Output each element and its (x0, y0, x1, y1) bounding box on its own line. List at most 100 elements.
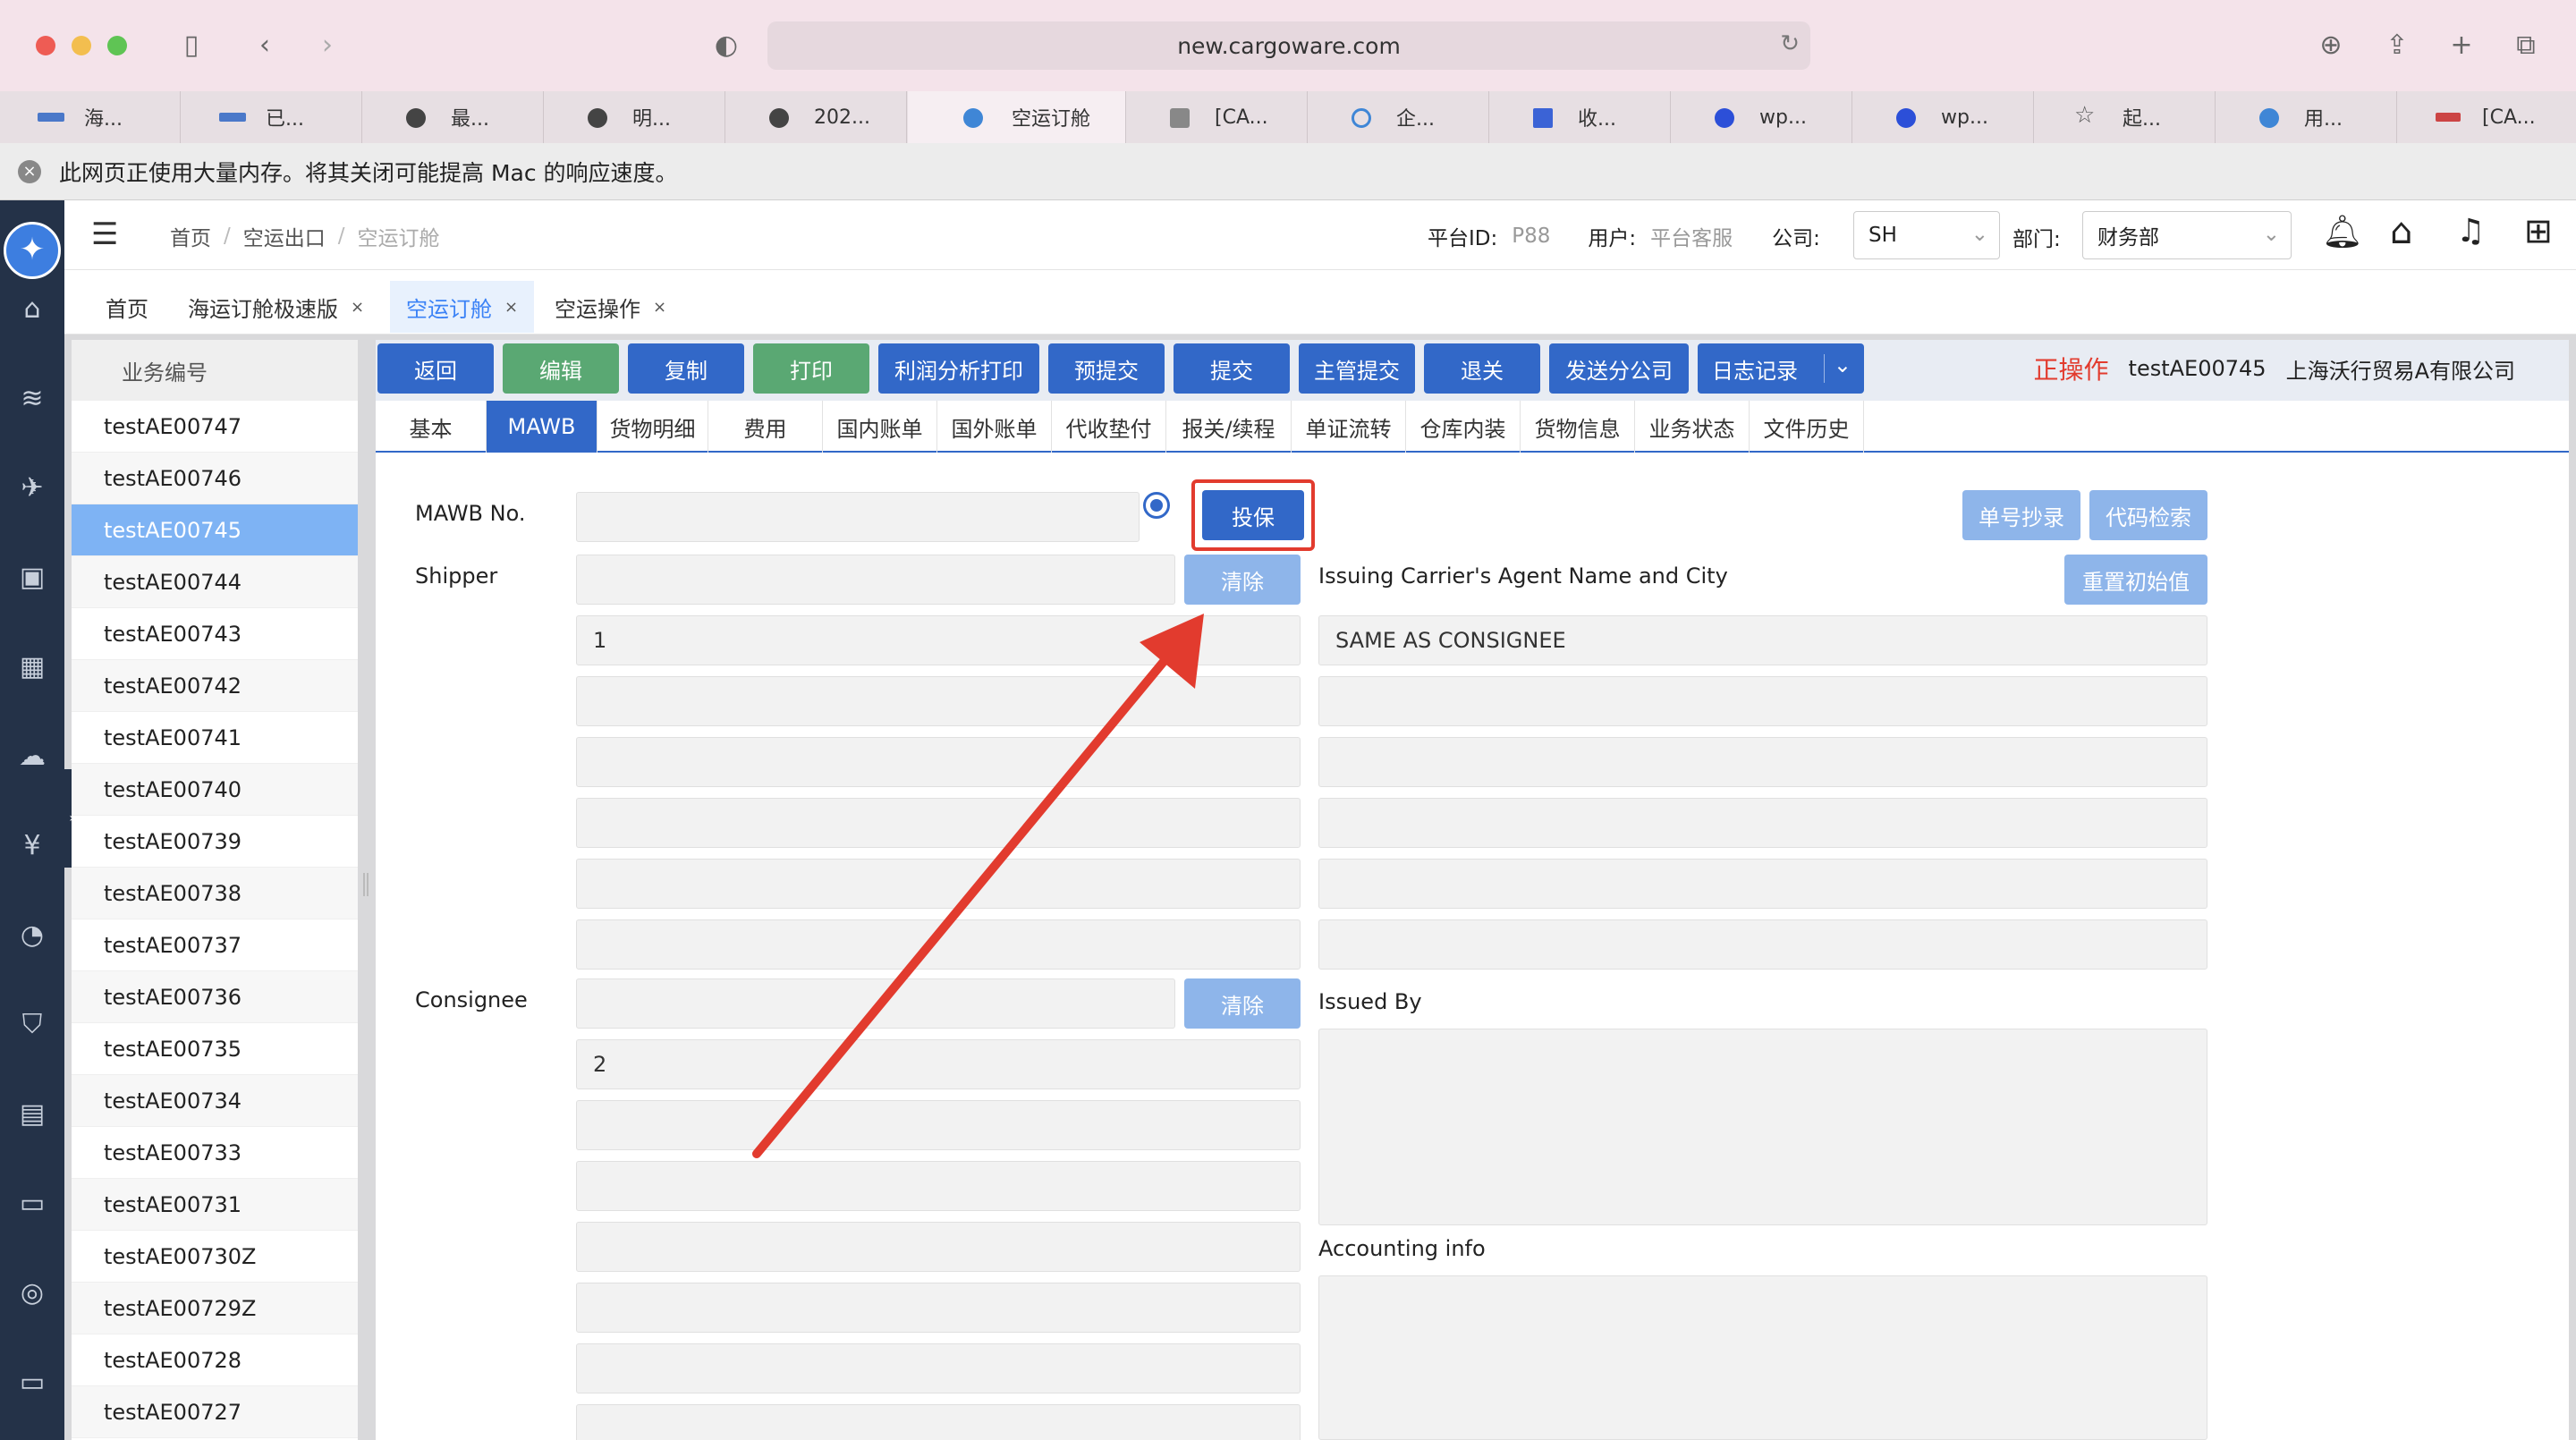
job-list-row[interactable]: testAE00727 (72, 1386, 358, 1438)
tab-cargo-info[interactable]: 货物信息 (1521, 401, 1635, 453)
browser-tab[interactable]: [CA... (2398, 91, 2576, 143)
headset-icon[interactable]: ♫ (2456, 213, 2485, 250)
tab-file-history[interactable]: 文件历史 (1750, 401, 1864, 453)
archive-icon[interactable]: ▭ (0, 1363, 64, 1402)
insure-button[interactable]: 投保 (1202, 490, 1304, 540)
job-list-row[interactable]: testAE00733 (72, 1127, 358, 1179)
breadcrumb-home[interactable]: 首页 (170, 221, 211, 251)
browser-tab[interactable]: wp... (1672, 91, 1852, 143)
grid-icon[interactable]: ⊞ (2524, 211, 2553, 250)
browser-tab-active[interactable]: 空运订舱 (908, 91, 1126, 143)
table-icon[interactable]: ▦ (0, 648, 64, 687)
ship-icon[interactable]: ≋ (0, 379, 64, 419)
bell-icon[interactable]: 🔔︎ (2322, 213, 2363, 250)
reset-button[interactable]: 重置初始值 (2064, 555, 2207, 605)
minimize-window-button[interactable] (72, 36, 91, 55)
job-list-row[interactable]: testAE00730Z (72, 1231, 358, 1283)
plane-icon[interactable]: ✈ (0, 469, 64, 508)
menu-toggle-icon[interactable]: ☰ (91, 216, 118, 252)
browser-tab[interactable]: 已... (182, 91, 362, 143)
back-icon[interactable]: ‹ (245, 26, 284, 65)
reload-icon[interactable]: ↻ (1780, 30, 1800, 57)
company-select[interactable]: SH ⌄ (1853, 211, 2000, 259)
browser-tab[interactable]: 海... (0, 91, 181, 143)
tab-charges[interactable]: 费用 (708, 401, 823, 453)
consignee-line-input[interactable] (576, 1100, 1301, 1150)
copy-number-button[interactable]: 单号抄录 (1962, 490, 2080, 540)
shipper-line-input[interactable] (576, 859, 1301, 909)
tab-job-status[interactable]: 业务状态 (1635, 401, 1750, 453)
radio-target-icon[interactable] (1143, 492, 1170, 519)
tab-cargo-detail[interactable]: 货物明细 (597, 401, 708, 453)
job-list-row[interactable]: testAE00746 (72, 453, 358, 504)
job-list-row[interactable]: testAE00741 (72, 712, 358, 764)
page-tab-home[interactable]: 首页 (89, 281, 165, 333)
print-button[interactable]: 打印 (753, 343, 869, 394)
agent-line-input[interactable] (1318, 676, 2207, 726)
page-tab-air-booking[interactable]: 空运订舱 × (390, 281, 535, 333)
job-list-row[interactable]: testAE00736 (72, 971, 358, 1023)
back-button[interactable]: 返回 (377, 343, 494, 394)
tab-mawb[interactable]: MAWB (487, 401, 597, 453)
sidebar-toggle-icon[interactable]: ▯ (172, 26, 211, 65)
job-list-row[interactable]: testAE00734 (72, 1075, 358, 1127)
shipper-line-input[interactable] (576, 737, 1301, 787)
browser-tab[interactable]: 企... (1309, 91, 1489, 143)
share-icon[interactable]: ⇪ (2377, 26, 2417, 65)
tab-overview-icon[interactable]: ⧉ (2506, 26, 2546, 65)
settings-icon[interactable]: ◎ (0, 1274, 64, 1313)
consignee-line-input[interactable] (576, 1343, 1301, 1393)
job-list-row[interactable]: testAE00731 (72, 1179, 358, 1231)
new-tab-icon[interactable]: + (2442, 26, 2481, 65)
app-logo-icon[interactable]: ✦ (4, 222, 61, 279)
job-list-row[interactable]: testAE00740 (72, 764, 358, 816)
report-icon[interactable]: ▤ (0, 1095, 64, 1134)
shipper-clear-button[interactable]: 清除 (1184, 555, 1301, 605)
job-list-row[interactable]: testAE00737 (72, 919, 358, 971)
menu-icon-1[interactable]: ⌂ (0, 290, 64, 329)
home-icon[interactable]: ⌂ (2390, 211, 2412, 252)
job-list-row[interactable]: testAE00738 (72, 868, 358, 919)
job-list-row[interactable]: testAE00728 (72, 1334, 358, 1386)
folder-icon[interactable]: ▭ (0, 1184, 64, 1224)
job-list-row[interactable]: testAE00743 (72, 608, 358, 660)
job-list-row[interactable]: testAE00739 (72, 816, 358, 868)
truck-icon[interactable]: ▣ (0, 558, 64, 597)
copy-button[interactable]: 复制 (628, 343, 744, 394)
close-notice-icon[interactable]: × (18, 159, 41, 183)
dept-select[interactable]: 财务部 ⌄ (2082, 211, 2292, 259)
shipper-line-input[interactable] (576, 919, 1301, 970)
agent-line-input[interactable] (1318, 919, 2207, 970)
tab-foreign-bill[interactable]: 国外账单 (937, 401, 1052, 453)
shipper-line-input[interactable]: 1 (576, 615, 1301, 665)
tab-basic[interactable]: 基本 (376, 401, 487, 453)
tab-warehouse[interactable]: 仓库内装 (1406, 401, 1521, 453)
consignee-line-input[interactable] (576, 1404, 1301, 1440)
shipper-line-input[interactable] (576, 798, 1301, 848)
close-window-button[interactable] (36, 36, 55, 55)
send-branch-button[interactable]: 发送分公司 (1549, 343, 1689, 394)
submit-button[interactable]: 提交 (1174, 343, 1290, 394)
browser-tab[interactable]: 收... (1490, 91, 1671, 143)
close-tab-icon[interactable]: × (653, 298, 666, 317)
shield-icon[interactable]: ◐ (707, 26, 746, 65)
page-tab-air-operation[interactable]: 空运操作 × (538, 281, 682, 333)
agent-line-input[interactable] (1318, 798, 2207, 848)
job-list-row[interactable]: testAE00729Z (72, 1283, 358, 1334)
issued-by-textarea[interactable] (1318, 1029, 2207, 1225)
shipper-line-input[interactable] (576, 676, 1301, 726)
browser-tab[interactable]: 202... (726, 91, 907, 143)
browser-tab[interactable]: [CA... (1127, 91, 1308, 143)
agent-line-input[interactable]: SAME AS CONSIGNEE (1318, 615, 2207, 665)
browser-tab[interactable]: 明... (545, 91, 725, 143)
cancel-shipment-button[interactable]: 退关 (1424, 343, 1540, 394)
edit-button[interactable]: 编辑 (503, 343, 619, 394)
browser-tab[interactable]: 用... (2216, 91, 2397, 143)
supervisor-submit-button[interactable]: 主管提交 (1299, 343, 1415, 394)
shipper-code-input[interactable] (576, 555, 1175, 605)
code-search-button[interactable]: 代码检索 (2089, 490, 2207, 540)
job-list-row[interactable]: testAE00742 (72, 660, 358, 712)
tab-documents[interactable]: 单证流转 (1292, 401, 1406, 453)
forward-icon[interactable]: › (308, 26, 347, 65)
download-icon[interactable]: ⊕ (2311, 26, 2351, 65)
